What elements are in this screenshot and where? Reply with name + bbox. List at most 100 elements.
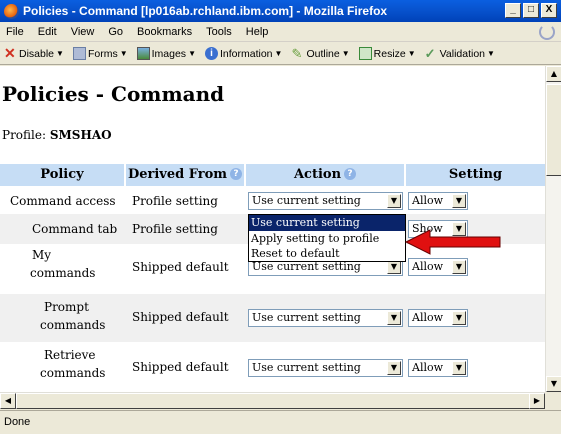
policy-name-line2: commands bbox=[40, 366, 106, 380]
scroll-up-icon[interactable]: ▲ bbox=[546, 66, 561, 82]
help-icon[interactable]: ? bbox=[230, 168, 243, 180]
toolbar-disable-button[interactable]: ✕ Disable ▼ bbox=[4, 45, 64, 61]
derived-from: Shipped default bbox=[132, 310, 229, 324]
chevron-down-icon[interactable]: ▼ bbox=[452, 361, 466, 375]
close-button[interactable]: X bbox=[541, 3, 557, 18]
derived-from: Shipped default bbox=[132, 260, 229, 274]
chevron-down-icon[interactable]: ▼ bbox=[387, 260, 401, 274]
setting-select-value: Allow bbox=[412, 361, 444, 374]
toolbar-validation-label: Validation bbox=[439, 47, 486, 60]
derived-from: Profile setting bbox=[132, 194, 218, 208]
menu-bar: File Edit View Go Bookmarks Tools Help bbox=[0, 22, 561, 42]
action-select-value: Use current setting bbox=[252, 311, 361, 324]
chevron-down-icon[interactable]: ▼ bbox=[387, 311, 401, 325]
table-row: Command access Profile setting Use curre… bbox=[0, 188, 545, 214]
chevron-down-icon[interactable]: ▼ bbox=[387, 194, 401, 208]
table-row: Prompt commands Shipped default Use curr… bbox=[0, 294, 545, 342]
minimize-button[interactable]: _ bbox=[505, 3, 521, 18]
vertical-scroll-thumb[interactable] bbox=[546, 84, 561, 176]
throbber-icon bbox=[539, 24, 555, 40]
chevron-down-icon: ▼ bbox=[119, 49, 128, 58]
setting-select[interactable]: Allow ▼ bbox=[408, 258, 468, 276]
toolbar-disable-label: Disable bbox=[19, 47, 55, 60]
information-icon: i bbox=[204, 47, 218, 60]
scroll-down-icon[interactable]: ▼ bbox=[546, 376, 561, 392]
horizontal-scrollbar[interactable]: ◀ ▶ bbox=[0, 392, 545, 409]
toolbar-resize-label: Resize bbox=[373, 47, 406, 60]
toolbar-information-label: Information bbox=[219, 47, 273, 60]
header-derived-from: Derived From? bbox=[126, 164, 244, 186]
window-title-bar[interactable]: Policies - Command [lp016ab.rchland.ibm.… bbox=[0, 0, 561, 22]
maximize-button[interactable]: □ bbox=[523, 3, 539, 18]
chevron-down-icon: ▼ bbox=[487, 49, 495, 58]
red-arrow-annotation bbox=[404, 229, 501, 255]
policy-name: Command tab bbox=[32, 222, 118, 236]
chevron-down-icon: ▼ bbox=[274, 49, 283, 58]
setting-select-value: Allow bbox=[412, 311, 444, 324]
web-developer-toolbar: ✕ Disable ▼ Forms ▼ Images ▼ i Information ▼… bbox=[0, 43, 561, 65]
setting-select[interactable]: Allow ▼ bbox=[408, 359, 468, 377]
action-select[interactable]: Use current setting ▼ bbox=[248, 192, 403, 210]
chevron-down-icon[interactable]: ▼ bbox=[387, 361, 401, 375]
setting-select-value: Allow bbox=[412, 260, 444, 273]
status-text: Done bbox=[4, 416, 31, 428]
header-policy: Policy bbox=[0, 164, 124, 186]
policy-name: Command access bbox=[10, 194, 116, 208]
action-select-value: Use current setting bbox=[252, 361, 361, 374]
scroll-left-icon[interactable]: ◀ bbox=[0, 393, 16, 409]
forms-icon bbox=[72, 47, 86, 60]
chevron-down-icon[interactable]: ▼ bbox=[452, 311, 466, 325]
vertical-scrollbar[interactable]: ▲ ▼ bbox=[545, 66, 561, 392]
setting-select-value: Allow bbox=[412, 194, 444, 207]
menu-bookmarks[interactable]: Bookmarks bbox=[137, 26, 192, 38]
disable-icon: ✕ bbox=[4, 45, 16, 61]
page-title: Policies - Command bbox=[2, 82, 225, 106]
toolbar-forms-button[interactable]: Forms ▼ bbox=[72, 47, 128, 60]
validation-icon: ✓ bbox=[424, 46, 436, 61]
menu-view[interactable]: View bbox=[71, 26, 95, 38]
profile-label: Profile: bbox=[2, 128, 47, 142]
menu-file[interactable]: File bbox=[6, 26, 24, 38]
action-select[interactable]: Use current setting ▼ bbox=[248, 309, 403, 327]
toolbar-validation-button[interactable]: ✓ Validation ▼ bbox=[425, 47, 495, 60]
toolbar-forms-label: Forms bbox=[87, 47, 118, 60]
menu-edit[interactable]: Edit bbox=[38, 26, 57, 38]
toolbar-images-label: Images bbox=[151, 47, 187, 60]
dropdown-option-apply-to-profile[interactable]: Apply setting to profile bbox=[249, 231, 405, 247]
action-dropdown-list: Use current setting Apply setting to pro… bbox=[248, 214, 406, 262]
action-select[interactable]: Use current setting ▼ bbox=[248, 359, 403, 377]
policy-name-line2: commands bbox=[40, 318, 106, 332]
derived-from: Shipped default bbox=[132, 360, 229, 374]
firefox-icon bbox=[4, 3, 19, 19]
dropdown-option-reset-default[interactable]: Reset to default bbox=[249, 246, 405, 262]
chevron-down-icon: ▼ bbox=[341, 49, 350, 58]
chevron-down-icon[interactable]: ▼ bbox=[452, 260, 466, 274]
setting-select[interactable]: Allow ▼ bbox=[408, 309, 468, 327]
chevron-down-icon: ▼ bbox=[188, 49, 196, 58]
menu-help[interactable]: Help bbox=[246, 26, 269, 38]
window-controls: _ □ X bbox=[505, 3, 557, 18]
resize-icon bbox=[358, 47, 372, 60]
scroll-right-icon[interactable]: ▶ bbox=[529, 393, 545, 409]
profile-line: Profile: SMSHAO bbox=[2, 128, 112, 142]
policy-name-line2: commands bbox=[30, 266, 96, 280]
header-setting: Setting bbox=[406, 164, 545, 186]
dropdown-option-use-current[interactable]: Use current setting bbox=[249, 215, 405, 231]
horizontal-scroll-thumb[interactable] bbox=[16, 393, 530, 409]
toolbar-outline-button[interactable]: ✎ Outline ▼ bbox=[291, 47, 349, 60]
action-select-value: Use current setting bbox=[252, 194, 361, 207]
toolbar-images-button[interactable]: Images ▼ bbox=[136, 47, 196, 60]
policy-name-line1: Prompt bbox=[44, 300, 89, 314]
help-icon[interactable]: ? bbox=[344, 168, 357, 180]
toolbar-information-button[interactable]: i Information ▼ bbox=[204, 47, 283, 60]
toolbar-resize-button[interactable]: Resize ▼ bbox=[358, 47, 416, 60]
menu-go[interactable]: Go bbox=[108, 26, 123, 38]
policy-name-line1: Retrieve bbox=[44, 348, 96, 362]
policy-name-line1: My bbox=[32, 248, 52, 262]
images-icon bbox=[136, 47, 150, 60]
chevron-down-icon: ▼ bbox=[56, 49, 64, 58]
status-bar: Done bbox=[0, 410, 561, 434]
chevron-down-icon[interactable]: ▼ bbox=[452, 194, 466, 208]
setting-select[interactable]: Allow ▼ bbox=[408, 192, 468, 210]
menu-tools[interactable]: Tools bbox=[206, 26, 232, 38]
